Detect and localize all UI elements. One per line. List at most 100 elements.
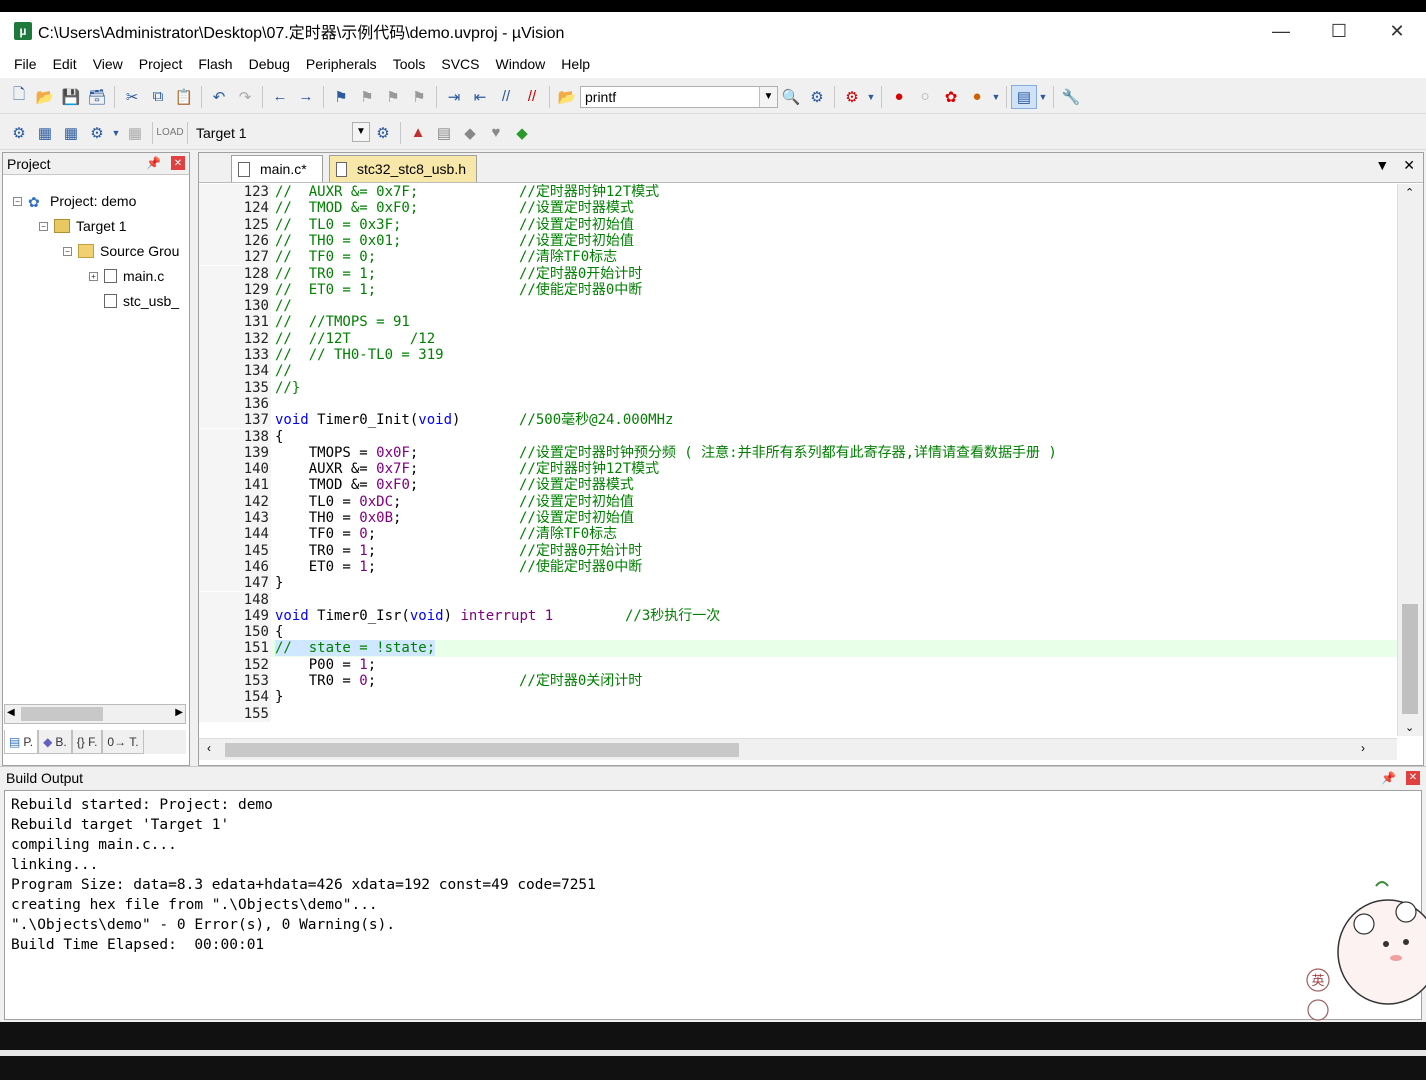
target-options-icon[interactable]: ⚙ (370, 121, 396, 145)
tree-project-node[interactable]: − ✿ Project: demo (13, 193, 136, 210)
minimize-button[interactable]: — (1252, 12, 1310, 50)
code-line[interactable]: 138{ (199, 428, 1397, 445)
breakpoint-disable-icon[interactable]: ○ (912, 85, 938, 109)
code-line[interactable]: 137 void Timer0_Init(void) //500毫秒@24.000M… (199, 412, 1397, 429)
code-line[interactable]: 153 TR0 = 0; //定时器0关闭计时 (199, 673, 1397, 690)
menu-debug[interactable]: Debug (241, 56, 298, 72)
maximize-button[interactable]: ☐ (1310, 12, 1368, 50)
file-extensions-icon[interactable]: ▤ (431, 121, 457, 145)
code-line[interactable]: 150{ (199, 624, 1397, 641)
tree-target-node[interactable]: − Target 1 (39, 218, 127, 234)
code-line[interactable]: 132// //12T /12 (199, 330, 1397, 347)
code-line[interactable]: 136 (199, 395, 1397, 413)
menu-project[interactable]: Project (131, 56, 191, 72)
nav-forward-icon[interactable]: → (293, 85, 319, 109)
code-line[interactable]: 152 P00 = 1; (199, 656, 1397, 673)
tab-list-dropdown-icon[interactable]: ▼ (1375, 157, 1389, 174)
menu-window[interactable]: Window (488, 56, 554, 72)
code-line[interactable]: 131// //TMOPS = 91 (199, 314, 1397, 331)
scroll-left-icon[interactable]: ‹ (207, 741, 211, 755)
tree-file-main[interactable]: + main.c (89, 268, 164, 284)
editor-horizontal-scrollbar[interactable]: ‹ › (199, 738, 1397, 760)
select-packs-icon[interactable]: ◆ (457, 121, 483, 145)
scroll-up-icon[interactable]: ⌃ (1405, 186, 1414, 199)
expand-icon[interactable]: + (89, 271, 98, 281)
code-line[interactable]: 128// TR0 = 1; //定时器0开始计时 (199, 265, 1397, 282)
code-line[interactable]: 143 TH0 = 0x0B; //设置定时初始值 (199, 510, 1397, 527)
code-line[interactable]: 155 (199, 705, 1397, 722)
tree-group-node[interactable]: − Source Grou (63, 243, 179, 259)
code-line[interactable]: 142 TL0 = 0xDC; //设置定时初始值 (199, 493, 1397, 510)
tab-main-c[interactable]: main.c* (231, 155, 323, 182)
code-line[interactable]: 129// ET0 = 1; //使能定时器0中断 (199, 281, 1397, 299)
code-line[interactable]: 127// TF0 = 0; //清除TF0标志 (199, 249, 1397, 266)
code-line[interactable]: 135//} (199, 379, 1397, 396)
scrollbar-thumb[interactable] (225, 743, 739, 757)
scrollbar-thumb[interactable] (21, 707, 103, 721)
chevron-down-icon[interactable]: ▼ (352, 121, 370, 142)
tab-functions[interactable]: {} F. (71, 730, 103, 754)
breakpoint-kill-icon[interactable]: ✿ (938, 85, 964, 109)
menu-help[interactable]: Help (553, 56, 598, 72)
download-icon[interactable]: LOAD (156, 121, 183, 145)
code-line[interactable]: 149 void Timer0_Isr(void) interrupt 1 //3秒… (199, 607, 1397, 625)
close-button[interactable]: ✕ (1368, 12, 1426, 50)
chevron-down-icon[interactable]: ▼ (759, 86, 777, 107)
incremental-find-icon[interactable]: ⚙ (804, 85, 830, 109)
menu-tools[interactable]: Tools (385, 56, 434, 72)
code-line[interactable]: 134// (199, 363, 1397, 380)
pin-icon[interactable]: 📌 (1381, 771, 1396, 785)
collapse-icon[interactable]: − (63, 246, 72, 256)
ime-indicator[interactable]: 英 (1311, 974, 1324, 989)
nav-back-icon[interactable]: ← (267, 85, 293, 109)
chevron-down-icon[interactable]: ▼ (865, 85, 877, 109)
code-line[interactable]: 144 TF0 = 0; //清除TF0标志 (199, 526, 1397, 543)
wrench-icon[interactable]: 🔧 (1058, 85, 1084, 109)
rebuild-icon[interactable]: ▦ (58, 121, 84, 145)
indent-icon[interactable]: ⇥ (441, 85, 467, 109)
tab-project[interactable]: ▤ P. (4, 730, 39, 754)
editor-vertical-scrollbar[interactable]: ⌃ ⌄ (1397, 184, 1423, 736)
cut-icon[interactable]: ✂ (119, 85, 145, 109)
code-line[interactable]: 126// TH0 = 0x01; //设置定时初始值 (199, 232, 1397, 250)
breakpoint-insert-icon[interactable]: ● (886, 85, 912, 109)
code-line[interactable]: 140 AUXR &= 0x7F; //定时器时钟12T模式 (199, 461, 1397, 478)
chevron-down-icon[interactable]: ▼ (1037, 85, 1049, 109)
pin-icon[interactable]: 📌 (146, 156, 161, 170)
bookmark-clear-icon[interactable]: ⚑ (406, 85, 432, 109)
scroll-right-icon[interactable]: › (1361, 741, 1365, 755)
code-line[interactable]: 125// TL0 = 0x3F; //设置定时初始值 (199, 216, 1397, 233)
manage-components-icon[interactable]: ▲ (405, 121, 431, 145)
open-folder-icon[interactable]: 📂 (32, 85, 58, 109)
paste-icon[interactable]: 📋 (171, 85, 197, 109)
scroll-left-icon[interactable]: ◀ (7, 707, 15, 718)
uncomment-icon[interactable]: // (519, 85, 545, 109)
save-all-icon[interactable]: 🗃 (84, 85, 110, 109)
code-line[interactable]: 139 TMOPS = 0x0F; //设置定时器时钟预分频 ( 注意:并非所有系… (199, 444, 1397, 462)
menu-view[interactable]: View (85, 56, 131, 72)
menu-svcs[interactable]: SVCS (433, 56, 487, 72)
code-line[interactable]: 133// // TH0-TL0 = 319 (199, 347, 1397, 364)
debug-session-icon[interactable]: ⚙ (839, 85, 865, 109)
comment-icon[interactable]: // (493, 85, 519, 109)
menu-flash[interactable]: Flash (190, 56, 240, 72)
menu-edit[interactable]: Edit (45, 56, 85, 72)
code-area[interactable]: 123// AUXR &= 0x7F;//定时器时钟12T模式 124// TMO… (199, 184, 1397, 736)
pack-installer-icon[interactable]: ♥ (483, 121, 509, 145)
bookmark-prev-icon[interactable]: ⚑ (354, 85, 380, 109)
code-line[interactable]: 147} (199, 575, 1397, 592)
code-line[interactable]: 145 TR0 = 1; //定时器0开始计时 (199, 542, 1397, 559)
code-line[interactable]: 123// AUXR &= 0x7F; //定时器时钟12T模式 (199, 184, 1397, 201)
code-line[interactable]: 151// state = !state; (199, 640, 1397, 657)
code-line[interactable]: 141 TMOD &= 0xF0; //设置定时器模式 (199, 477, 1397, 494)
scroll-down-icon[interactable]: ⌄ (1405, 721, 1414, 734)
close-icon[interactable]: ✕ (171, 156, 185, 170)
collapse-icon[interactable]: − (39, 221, 48, 231)
close-icon[interactable]: ✕ (1403, 157, 1415, 174)
find-combo[interactable]: printf ▼ (580, 85, 778, 108)
code-line[interactable]: 148 (199, 591, 1397, 608)
code-line[interactable]: 154} (199, 689, 1397, 706)
batch-build-icon[interactable]: ⚙ (84, 121, 110, 145)
find-icon[interactable]: 🔍 (778, 85, 804, 109)
stop-build-icon[interactable]: ▦ (122, 121, 148, 145)
